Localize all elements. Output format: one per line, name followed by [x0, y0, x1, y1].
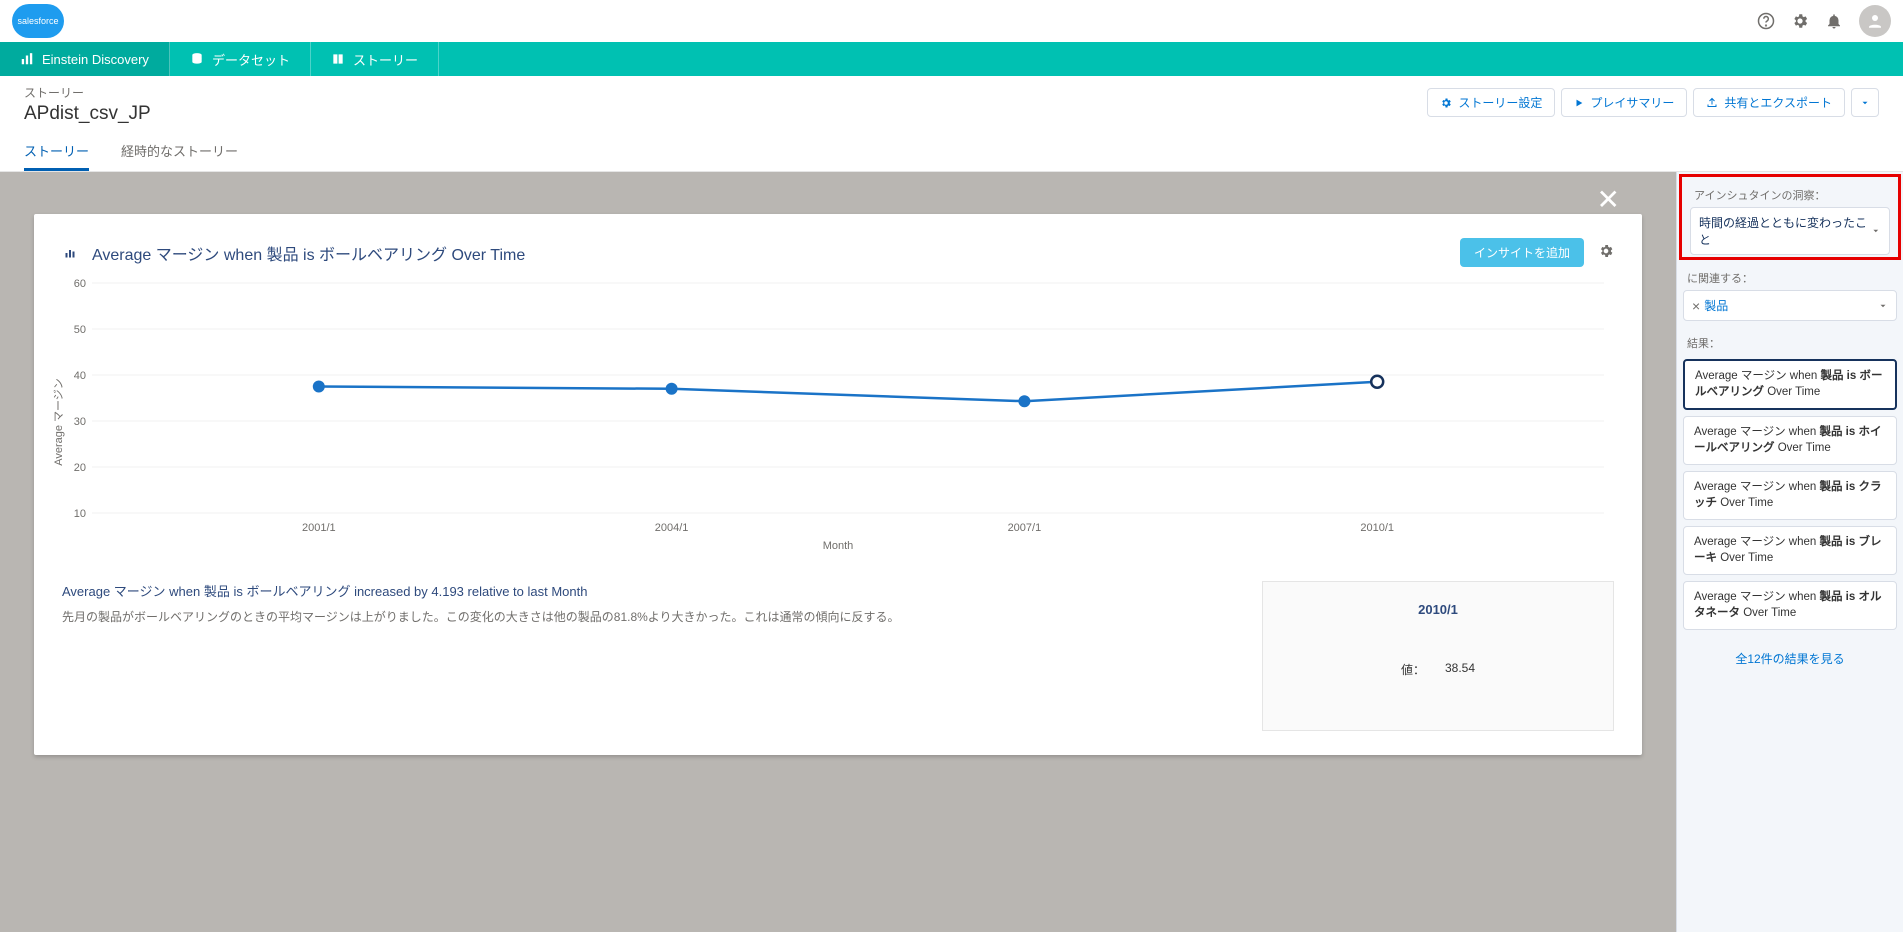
result-item[interactable]: Average マージン when 製品 is オルタネータ Over Time [1683, 581, 1897, 630]
bars-icon [20, 52, 34, 66]
svg-text:2007/1: 2007/1 [1008, 522, 1042, 534]
svg-text:20: 20 [74, 462, 86, 474]
result-item[interactable]: Average マージン when 製品 is ホイールベアリング Over T… [1683, 416, 1897, 465]
main-nav: Einstein Discovery データセット ストーリー [0, 42, 1903, 76]
svg-text:2010/1: 2010/1 [1360, 522, 1394, 534]
svg-text:60: 60 [74, 278, 86, 290]
einstein-select-value: 時間の経過とともに変わったこと [1699, 214, 1871, 248]
bell-icon[interactable] [1825, 12, 1843, 30]
chevron-down-icon [1878, 301, 1888, 311]
nav-einstein[interactable]: Einstein Discovery [0, 42, 170, 76]
line-chart: Average マージン 1020304050602001/12004/1200… [62, 277, 1614, 567]
story-settings-label: ストーリー設定 [1458, 94, 1542, 111]
svg-text:50: 50 [74, 324, 86, 336]
tab-story[interactable]: ストーリー [24, 133, 89, 171]
result-item[interactable]: Average マージン when 製品 is クラッチ Over Time [1683, 471, 1897, 520]
gear-icon[interactable] [1791, 12, 1809, 30]
insight-title: Average マージン when 製品 is ボールベアリング increas… [62, 581, 1238, 600]
y-axis-label: Average マージン [50, 378, 66, 466]
share-export-button[interactable]: 共有とエクスポート [1693, 88, 1845, 117]
close-icon[interactable]: ✕ [1597, 186, 1620, 214]
cloud-icon: salesforce [12, 4, 64, 38]
add-insight-button[interactable]: インサイトを追加 [1460, 238, 1584, 267]
share-icon [1706, 97, 1718, 109]
x-axis-label: Month [62, 540, 1614, 552]
salesforce-logo: salesforce [12, 1, 72, 41]
gear-icon [1440, 97, 1452, 109]
story-settings-button[interactable]: ストーリー設定 [1427, 88, 1555, 117]
book-icon [331, 52, 345, 66]
nav-story[interactable]: ストーリー [311, 42, 439, 76]
svg-text:30: 30 [74, 416, 86, 428]
chevron-down-icon [1871, 226, 1881, 236]
play-summary-button[interactable]: プレイサマリー [1561, 88, 1687, 117]
nav-dataset[interactable]: データセット [170, 42, 311, 76]
card-title: Average マージン when 製品 is ボールベアリング Over Ti… [92, 241, 525, 265]
insight-body: 先月の製品がボールベアリングのときの平均マージンは上がりました。この変化の大きさ… [62, 608, 1238, 627]
insight-value-label: 値： [1401, 661, 1425, 678]
more-actions-button[interactable] [1851, 88, 1879, 117]
result-item[interactable]: Average マージン when 製品 is ボールベアリング Over Ti… [1683, 359, 1897, 410]
chart-svg: 10 20 30 40 50 60 2001/1 2004/1 2007/1 2010/1 [62, 277, 1614, 537]
svg-text:10: 10 [74, 508, 86, 520]
chip-remove-icon[interactable]: × [1692, 298, 1700, 314]
svg-text:40: 40 [74, 370, 86, 382]
play-summary-label: プレイサマリー [1590, 94, 1674, 111]
related-label: に関連する： [1677, 262, 1903, 290]
related-chip[interactable]: × 製品 [1692, 297, 1728, 314]
svg-text:2004/1: 2004/1 [655, 522, 689, 534]
tab-temporal[interactable]: 経時的なストーリー [121, 133, 238, 171]
einstein-label: アインシュタインの洞察： [1684, 179, 1896, 207]
see-all-results-link[interactable]: 全12件の結果を見る [1677, 640, 1903, 677]
nav-einstein-label: Einstein Discovery [42, 52, 149, 67]
einstein-insight-select[interactable]: 時間の経過とともに変わったこと [1690, 207, 1890, 255]
result-item[interactable]: Average マージン when 製品 is ブレーキ Over Time [1683, 526, 1897, 575]
svg-text:2001/1: 2001/1 [302, 522, 336, 534]
nav-story-label: ストーリー [353, 50, 418, 69]
help-icon[interactable] [1757, 12, 1775, 30]
play-icon [1574, 98, 1584, 108]
result-label: 結果： [1677, 327, 1903, 355]
chevron-down-icon [1860, 98, 1870, 108]
nav-dataset-label: データセット [212, 50, 290, 69]
chart-icon [62, 247, 78, 259]
share-export-label: 共有とエクスポート [1724, 94, 1832, 111]
card-gear-icon[interactable] [1598, 243, 1614, 262]
insight-value: 38.54 [1445, 661, 1475, 678]
related-select[interactable]: × 製品 [1683, 290, 1897, 321]
insight-value-card: 2010/1 値： 38.54 [1262, 581, 1614, 731]
database-icon [190, 52, 204, 66]
chip-label: 製品 [1704, 297, 1728, 314]
insight-date: 2010/1 [1283, 602, 1593, 617]
einstein-insight-group: アインシュタインの洞察： 時間の経過とともに変わったこと [1679, 174, 1901, 260]
avatar[interactable] [1859, 5, 1891, 37]
